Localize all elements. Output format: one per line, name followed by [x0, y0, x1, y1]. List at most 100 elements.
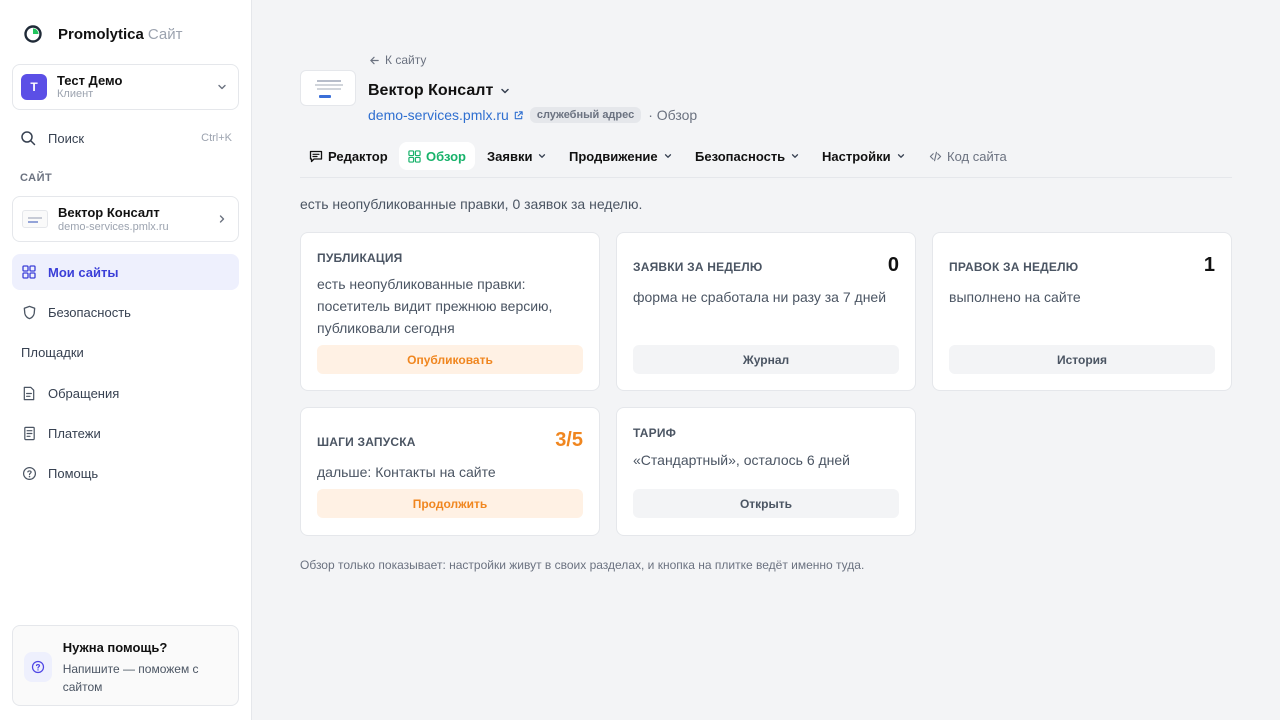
grid-icon — [408, 149, 421, 163]
back-label: К сайту — [385, 53, 427, 67]
search-shortcut: Ctrl+K — [201, 132, 232, 144]
tab-label: Безопасность — [695, 148, 786, 164]
tab-label: Обзор — [426, 148, 466, 164]
search-icon — [21, 131, 36, 146]
account-switcher[interactable]: Т Тест Демо Клиент — [12, 64, 239, 110]
breadcrumb: · Обзор — [648, 107, 698, 123]
question-icon — [24, 652, 52, 682]
back-link[interactable]: К сайту — [369, 53, 426, 67]
sidebar-item-requests[interactable]: Обращения — [12, 375, 239, 411]
sidebar-item-label: Безопасность — [48, 304, 131, 320]
avatar: Т — [21, 74, 47, 100]
tab-label: Настройки — [822, 148, 891, 164]
sidebar-item-security[interactable]: Безопасность — [12, 294, 239, 330]
site-thumbnail — [22, 210, 48, 228]
site-url: demo-services.pmlx.ru — [58, 220, 169, 233]
site-url-link[interactable]: demo-services.pmlx.ru — [368, 107, 509, 123]
tab-overview[interactable]: Обзор — [399, 142, 475, 170]
chevron-right-icon — [219, 215, 225, 223]
receipt-icon — [21, 425, 37, 441]
card-description: форма не сработала ни разу за 7 дней — [633, 289, 887, 305]
logo-icon — [24, 25, 42, 43]
section-label: САЙТ — [20, 172, 53, 184]
card-title: ПУБЛИКАЦИЯ — [317, 251, 403, 265]
tab-label: Код сайта — [947, 148, 1007, 164]
open-button[interactable]: Открыть — [633, 489, 899, 518]
account-name: Тест Демо — [57, 73, 123, 88]
sidebar: Promolytica Сайт Т Тест Демо Клиент Поис… — [0, 0, 252, 720]
tab-bar: Редактор Обзор Заявки Продвижение Безопа… — [300, 142, 1232, 178]
help-title: Нужна помощь? — [62, 640, 168, 655]
card-value: 0 — [887, 254, 899, 276]
status-badge: служебный адрес — [529, 107, 642, 123]
chevron-down-icon — [218, 84, 226, 90]
chevron-down-icon — [539, 154, 546, 158]
sidebar-item-label: Обращения — [48, 385, 120, 401]
card-description: «Стандартный», осталось 6 дней — [633, 452, 850, 468]
requests-card: ЗАЯВКИ ЗА НЕДЕЛЮ 0 форма не сработала ни… — [616, 232, 916, 391]
publish-card: ПУБЛИКАЦИЯ есть неопубликованные правки:… — [300, 232, 600, 391]
chevron-down-icon — [664, 154, 671, 158]
grid-icon — [21, 264, 37, 280]
tab-settings[interactable]: Настройки — [822, 142, 906, 170]
card-title: ЗАЯВКИ ЗА НЕДЕЛЮ — [633, 260, 763, 274]
account-role: Клиент — [57, 88, 94, 100]
site-switcher[interactable]: Вектор Консалт — [368, 82, 511, 100]
card-description: дальше: Контакты на сайте — [317, 464, 496, 480]
site-name: Вектор Консалт — [58, 204, 160, 220]
document-icon — [21, 385, 37, 401]
card-title: ПРАВОК ЗА НЕДЕЛЮ — [949, 260, 1079, 274]
site-preview-thumbnail[interactable] — [300, 70, 356, 106]
tariff-card: ТАРИФ «Стандартный», осталось 6 дней Отк… — [616, 407, 916, 536]
tab-label: Редактор — [328, 148, 388, 164]
card-description: есть неопубликованные правки: посетитель… — [317, 276, 553, 336]
overview-summary: есть неопубликованные правки, 0 заявок з… — [300, 196, 643, 212]
card-description: выполнено на сайте — [949, 289, 1081, 305]
chevron-down-icon — [501, 88, 510, 94]
brand[interactable]: Promolytica Сайт — [24, 24, 182, 44]
help-card[interactable]: Нужна помощь? Напишите — поможем с сайто… — [12, 625, 239, 706]
sidebar-item-payments[interactable]: Платежи — [12, 415, 239, 451]
current-site-card[interactable]: Вектор Консалт demo-services.pmlx.ru — [12, 196, 239, 242]
chevron-down-icon — [897, 154, 904, 158]
card-value: 3/5 — [555, 429, 583, 451]
code-icon — [929, 151, 942, 161]
tab-editor[interactable]: Редактор — [309, 142, 388, 170]
help-text: Напишите — поможем с сайтом — [62, 662, 199, 694]
brand-suffix: Сайт — [147, 25, 183, 43]
continue-button[interactable]: Продолжить — [317, 489, 583, 518]
sidebar-item-help[interactable]: Помощь — [12, 455, 239, 491]
sidebar-item-label: Помощь — [48, 465, 99, 481]
sidebar-item-platforms[interactable]: Площадки — [12, 334, 239, 370]
arrow-left-icon — [370, 56, 379, 64]
sidebar-item-label: Мои сайты — [48, 264, 119, 280]
publish-button[interactable]: Опубликовать — [317, 345, 583, 374]
message-icon — [309, 150, 323, 163]
footnote: Обзор только показывает: настройки живут… — [300, 558, 865, 572]
card-title: ШАГИ ЗАПУСКА — [317, 435, 416, 449]
edits-card: ПРАВОК ЗА НЕДЕЛЮ 1 выполнено на сайте Ис… — [932, 232, 1232, 391]
question-icon — [21, 465, 37, 481]
sidebar-item-label: Площадки — [21, 344, 84, 360]
tab-promotion[interactable]: Продвижение — [569, 142, 673, 170]
sidebar-item-my-sites[interactable]: Мои сайты — [12, 254, 239, 290]
journal-button[interactable]: Журнал — [633, 345, 899, 374]
external-link-icon[interactable] — [513, 110, 524, 121]
search-button[interactable]: Поиск Ctrl+K — [20, 128, 232, 148]
tab-label: Продвижение — [569, 148, 658, 164]
tab-requests[interactable]: Заявки — [487, 142, 547, 170]
launch-steps-card: ШАГИ ЗАПУСКА 3/5 дальше: Контакты на сай… — [300, 407, 600, 536]
brand-name: Promolytica — [58, 25, 144, 43]
card-value: 1 — [1203, 254, 1215, 276]
page-title: Вектор Консалт — [368, 82, 494, 99]
history-button[interactable]: История — [949, 345, 1215, 374]
tab-site-code[interactable]: Код сайта — [929, 142, 1007, 170]
search-label: Поиск — [48, 130, 85, 146]
shield-icon — [21, 304, 37, 320]
url-row: demo-services.pmlx.ru служебный адрес · … — [368, 106, 697, 124]
card-title: ТАРИФ — [633, 426, 677, 440]
tab-security[interactable]: Безопасность — [695, 142, 800, 170]
tab-label: Заявки — [487, 148, 533, 164]
chevron-down-icon — [792, 154, 799, 158]
sidebar-item-label: Платежи — [48, 425, 101, 441]
